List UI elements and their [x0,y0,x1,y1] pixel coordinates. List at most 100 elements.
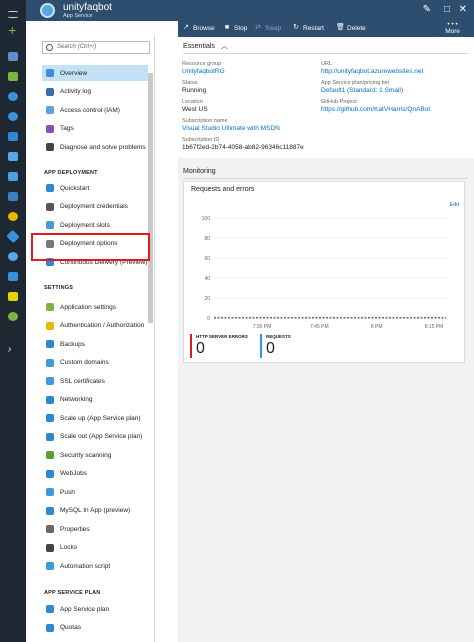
resource-groups-icon[interactable] [0,87,26,106]
swap-label: Swap [265,24,282,32]
all-resources-icon[interactable] [0,47,26,66]
menu-item-mysql-in-app-preview[interactable]: MySQL In App (preview) [42,503,148,519]
menu-item-label: Backups [60,340,85,348]
browse-button[interactable]: ↗ Browse [182,24,215,32]
domain-icon [46,358,54,367]
new-plus-icon[interactable]: + [0,22,26,41]
menu-item-quotas[interactable]: Quotas [42,620,148,636]
wrench-icon [46,143,54,151]
trash-icon: 🗑 [336,24,345,31]
pin-icon[interactable]: ✎ [423,4,431,15]
swap-button[interactable]: ⇄ Swap [254,24,281,32]
menu-item-label: Networking [60,396,93,403]
tag-icon [46,124,54,133]
properties-icon [46,525,54,533]
restart-button[interactable]: ↻ Restart [292,24,324,32]
security-center-icon[interactable] [0,287,26,306]
search-input[interactable]: Search (Ctrl+/) [42,41,150,54]
stop-button[interactable]: ■ Stop [223,24,248,32]
menu-scrollbar[interactable] [148,73,153,323]
x-tick-label: 7:45 PM [310,324,329,330]
menu-item-networking[interactable]: Networking [42,392,148,408]
storage-icon[interactable] [0,187,26,206]
menu-item-custom-domains[interactable]: Custom domains [42,355,148,371]
divider [183,53,469,54]
menu-item-authentication-authorization[interactable]: Authentication / Authorization [42,318,148,334]
url-link[interactable]: http://unityfaqbot.azurewebsites.net [321,68,423,75]
key-vault-icon[interactable] [0,207,26,226]
menu-item-access-control-iam[interactable]: Access control (IAM) [42,102,148,118]
y-tick-label: 60 [204,256,210,262]
menu-item-deployment-slots[interactable]: Deployment slots [42,217,148,233]
essentials-toggle[interactable]: Essentials ︿ [183,41,228,51]
menu-item-automation-script[interactable]: Automation script [42,558,148,574]
resource-group-link[interactable]: UnityfaqbotRG [182,68,225,75]
menu-item-label: Properties [60,525,90,533]
resource-menu: Search (Ctrl+/) Overview Activity log Acce… [30,35,155,642]
monitor-icon[interactable] [0,247,26,266]
app-service-icon [40,3,55,18]
menu-item-overview[interactable]: Overview [42,65,148,81]
close-icon[interactable]: ✕ [459,4,467,15]
y-tick-label: 40 [204,276,210,282]
menu-item-backups[interactable]: Backups [42,336,148,352]
menu-item-scale-out-app-service-plan[interactable]: Scale out (App Service plan) [42,429,148,445]
restart-label: Restart [303,24,324,32]
menu-item-ssl-certificates[interactable]: SSL certificates [42,373,148,389]
menu-item-scale-up-app-service-plan[interactable]: Scale up (App Service plan) [42,410,148,426]
cloud-services-icon[interactable] [0,167,26,186]
divider [183,178,469,179]
github-label: GitHub Project [321,99,357,105]
y-tick-label: 0 [207,316,210,322]
overview-icon [46,69,54,77]
requests-errors-chart: 100 80 60 40 20 0 7:30 PM 7:45 PM 8 PM 8:15 PM [202,216,446,330]
requests-errors-tile[interactable]: Requests and errors Edit 100 80 60 40 20 0 7:3… [183,181,465,363]
chevron-right-icon[interactable]: › [0,340,26,359]
dashboard-icon[interactable] [0,67,26,86]
sql-icon[interactable] [0,127,26,146]
subscription-id-label: Subscription ID [182,137,220,143]
menu-item-quickstart[interactable]: Quickstart [42,180,148,196]
activity-log-icon [46,87,54,96]
menu-item-application-settings[interactable]: Application settings [42,299,148,315]
menu-item-label: Authentication / Authorization [60,322,145,329]
more-button[interactable]: • • • More [445,21,460,35]
menu-item-push[interactable]: Push [42,484,148,500]
vm-icon[interactable] [0,147,26,166]
menu-item-label: Quickstart [60,184,90,192]
highlight-box [31,233,150,261]
delete-button[interactable]: 🗑 Delete [336,24,366,32]
scale-out-icon [46,432,54,441]
menu-item-label: Scale up (App Service plan) [60,414,141,422]
github-link[interactable]: https://github.com/KatVHarris/QnABot [321,106,430,113]
menu-item-tags[interactable]: Tags [42,121,148,137]
maximize-icon[interactable]: □ [444,4,450,15]
overview-blade: Essentials ︿ Resource group UnityfaqbotR… [178,37,474,642]
menu-item-activity-log[interactable]: Activity log [42,84,148,100]
cost-icon[interactable] [0,307,26,326]
advisor-icon[interactable] [0,267,26,286]
delete-label: Delete [347,24,366,32]
iam-icon [46,106,54,114]
menu-item-label: Push [60,488,75,496]
stop-icon: ■ [224,24,230,31]
menu-item-diagnose-and-solve-problems[interactable]: Diagnose and solve problems [42,139,148,155]
command-bar: ↗ Browse ■ Stop ⇄ Swap ↻ Restart 🗑 Delet… [178,21,474,37]
y-tick-label: 80 [204,236,210,242]
status-label: Status [182,80,198,86]
menu-item-label: Deployment credentials [60,203,128,210]
network-icon[interactable] [0,227,26,246]
menu-item-security-scanning[interactable]: Security scanning [42,447,148,463]
app-services-icon[interactable] [0,107,26,126]
credentials-icon [46,202,54,211]
menu-item-properties[interactable]: Properties [42,521,148,537]
menu-item-deployment-credentials[interactable]: Deployment credentials [42,199,148,215]
menu-item-locks[interactable]: Locks [42,540,148,556]
menu-item-webjobs[interactable]: WebJobs [42,466,148,482]
subscription-name-link[interactable]: Visual Studio Ultimate with MSDN [182,125,280,132]
menu-item-app-service-plan[interactable]: App Service plan [42,601,148,617]
http-errors-color-bar [190,334,192,358]
plan-link[interactable]: Default1 (Standard: 1 Small) [321,87,403,94]
menu-item-label: MySQL In App (preview) [60,507,131,514]
app-settings-icon [46,303,54,311]
